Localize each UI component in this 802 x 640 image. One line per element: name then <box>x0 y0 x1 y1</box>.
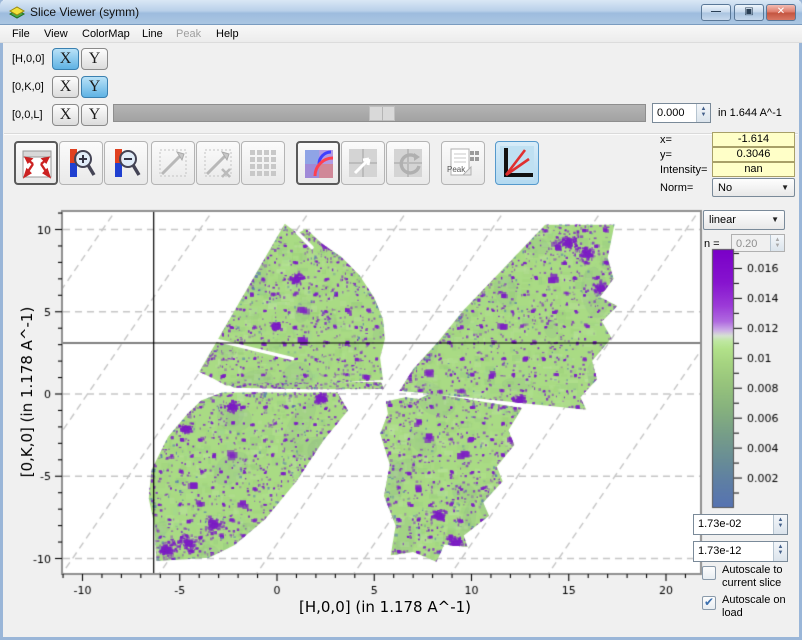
dim-label-k: [0,K,0] <box>12 81 44 93</box>
maximize-button[interactable]: ▣ <box>734 4 764 21</box>
nonorthogonal-axes-icon <box>499 145 535 181</box>
zoom-to-fit-icon <box>19 146 55 182</box>
y-axis-label: [0,K,0] (in 1.178 A^-1) <box>18 307 36 478</box>
app-icon <box>8 4 26 20</box>
zoom-to-fit-button[interactable] <box>14 141 58 185</box>
dim-h-y-button[interactable]: Y <box>81 48 108 70</box>
l-value: 0.000 <box>657 107 685 119</box>
autoscale-load-checkbox[interactable]: ✔ <box>702 596 716 610</box>
x-axis-label: [H,0,0] (in 1.178 A^-1) <box>255 598 515 616</box>
rebin-lock-button[interactable] <box>341 141 385 185</box>
x-readout-label: x= <box>660 134 672 146</box>
y-readout-label: y= <box>660 149 672 161</box>
minimize-icon: — <box>711 6 721 17</box>
rebin-mode-button[interactable] <box>296 141 340 185</box>
snap-grid-button[interactable] <box>241 141 285 185</box>
y-readout-value: 0.3046 <box>712 147 795 162</box>
check-icon: ✔ <box>704 595 714 609</box>
dim-l-x-button[interactable]: X <box>52 104 79 126</box>
zoom-in-button[interactable] <box>59 141 103 185</box>
slice-viewer-window: { "window": { "title": "Slice Viewer (sy… <box>0 0 802 640</box>
title-bar[interactable]: Slice Viewer (symm) — ▣ ✕ <box>0 0 802 25</box>
slider-handle[interactable] <box>369 106 395 121</box>
maximize-icon: ▣ <box>744 6 753 17</box>
spin-arrows-icon[interactable]: ▲▼ <box>773 542 787 561</box>
colorbar-max-value: 1.73e-02 <box>698 518 741 530</box>
zoom-in-icon <box>63 145 99 181</box>
colorbar-min-spinbox[interactable]: 1.73e-12 ▲▼ <box>693 541 788 562</box>
colorbar-max-spinbox[interactable]: 1.73e-02 ▲▼ <box>693 514 788 535</box>
menu-file[interactable]: File <box>8 27 34 41</box>
chevron-down-icon: ▼ <box>781 183 789 192</box>
close-button[interactable]: ✕ <box>766 4 796 21</box>
rebin-refresh-button[interactable] <box>386 141 430 185</box>
norm-combobox[interactable]: No ▼ <box>712 178 795 197</box>
rebin-mode-icon <box>301 146 337 182</box>
dim-k-x-button[interactable]: X <box>52 76 79 98</box>
line-mode-button[interactable] <box>151 141 195 185</box>
dim-k-y-button[interactable]: Y <box>81 76 108 98</box>
zoom-out-icon <box>108 145 144 181</box>
dim-label-l: [0,0,L] <box>12 109 43 121</box>
spin-arrows-icon[interactable]: ▲▼ <box>773 515 787 534</box>
norm-value: No <box>718 182 732 194</box>
dim-h-x-button[interactable]: X <box>52 48 79 70</box>
menu-help[interactable]: Help <box>212 27 243 41</box>
dim-l-y-button[interactable]: Y <box>81 104 108 126</box>
menu-peak: Peak <box>172 27 205 41</box>
close-icon: ✕ <box>777 6 785 17</box>
slice-plot-canvas[interactable] <box>0 200 706 640</box>
snap-grid-icon <box>245 145 281 181</box>
menu-view[interactable]: View <box>40 27 72 41</box>
nonorthogonal-axes-button[interactable] <box>495 141 539 185</box>
x-readout-value: -1.614 <box>712 132 795 147</box>
l-dimension-slider[interactable] <box>113 104 646 122</box>
autoscale-load-label: Autoscale on load <box>722 594 796 620</box>
zoom-out-button[interactable] <box>104 141 148 185</box>
norm-label: Norm= <box>660 182 693 194</box>
window-title: Slice Viewer (symm) <box>30 5 139 19</box>
line-clear-icon <box>200 145 236 181</box>
l-units-label: in 1.644 A^-1 <box>718 107 782 119</box>
line-clear-button[interactable] <box>196 141 240 185</box>
colorbar-min-value: 1.73e-12 <box>698 545 741 557</box>
peaks-overlay-icon <box>445 145 481 181</box>
peaks-overlay-button[interactable]: Peak <box>441 141 485 185</box>
dim-label-h: [H,0,0] <box>12 53 44 65</box>
rebin-refresh-icon <box>390 145 426 181</box>
line-mode-icon <box>155 145 191 181</box>
intensity-readout-value: nan <box>712 162 795 177</box>
separator <box>4 134 798 135</box>
autoscale-slice-checkbox[interactable] <box>702 566 716 580</box>
autoscale-slice-label: Autoscale to current slice <box>722 564 796 590</box>
rebin-lock-icon <box>345 145 381 181</box>
minimize-button[interactable]: — <box>701 4 731 21</box>
menu-bar: File View ColorMap Line Peak Help <box>0 25 802 43</box>
peak-button-label: Peak <box>447 165 465 174</box>
intensity-readout-label: Intensity= <box>660 164 707 176</box>
menu-line[interactable]: Line <box>138 27 167 41</box>
spin-arrows-icon[interactable]: ▲▼ <box>696 104 710 122</box>
l-value-spinbox[interactable]: 0.000 ▲▼ <box>652 103 711 123</box>
menu-colormap[interactable]: ColorMap <box>78 27 134 41</box>
